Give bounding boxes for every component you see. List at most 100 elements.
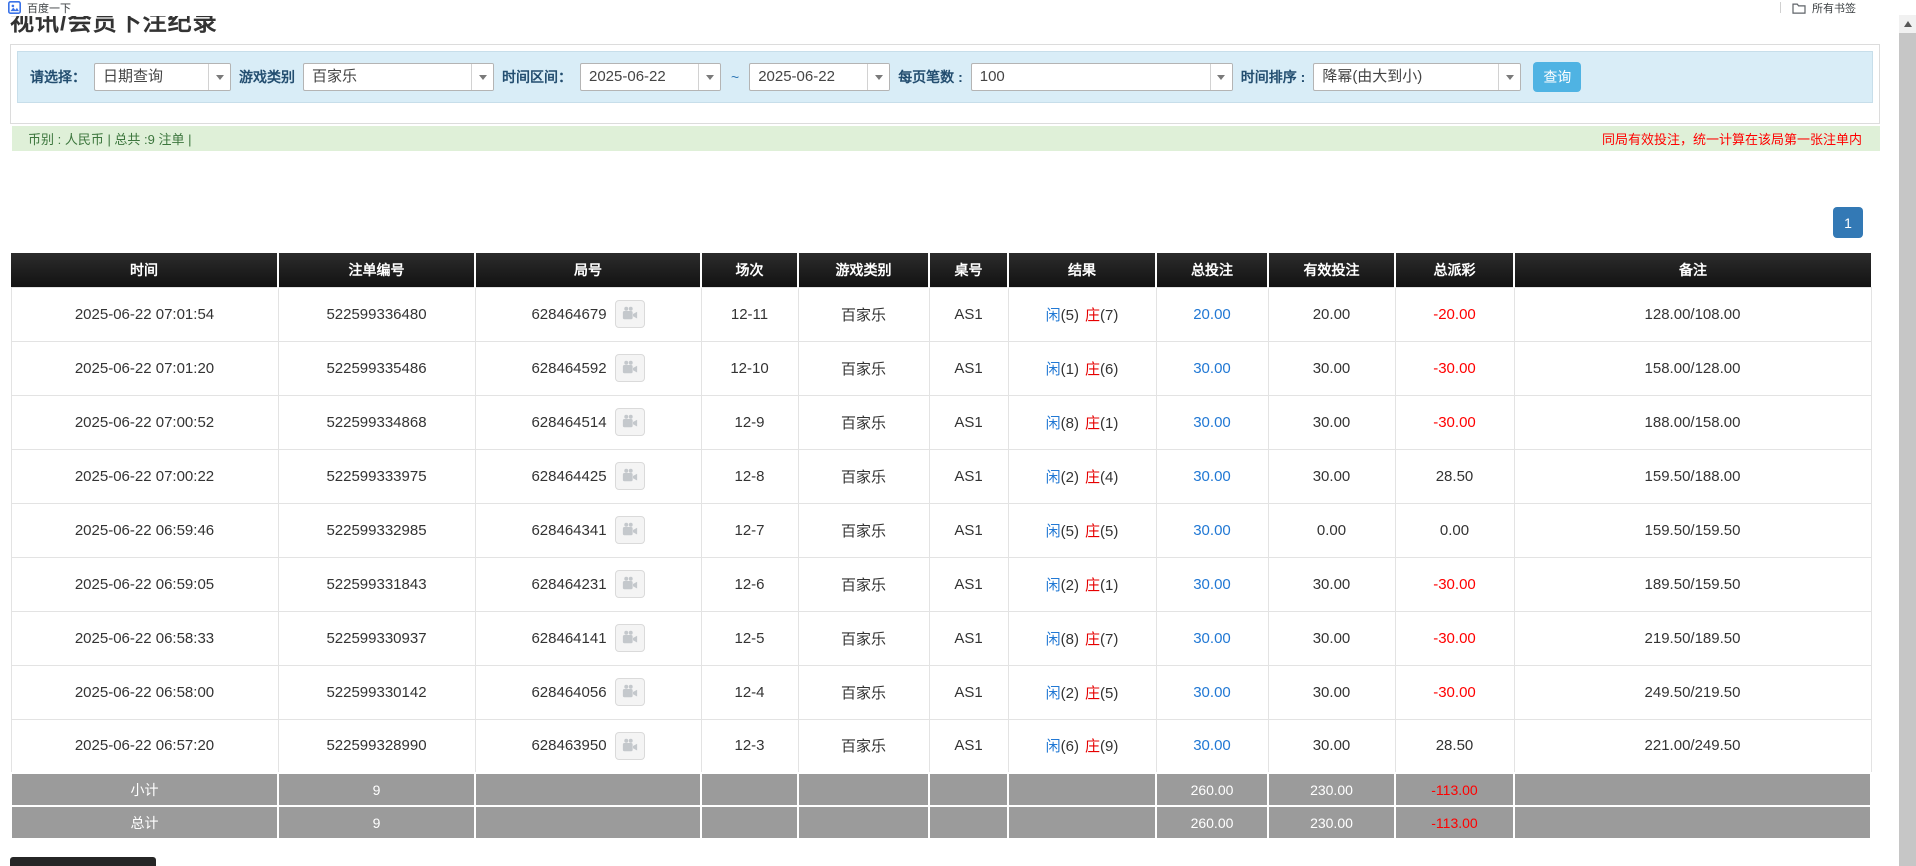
video-camera-icon	[621, 683, 639, 701]
total-bet-link[interactable]: 20.00	[1193, 306, 1231, 323]
result-player-score: (6)	[1061, 738, 1079, 755]
cell-remark: 249.50/219.50	[1514, 665, 1871, 719]
result-banker-score: (7)	[1100, 307, 1118, 324]
video-replay-button[interactable]	[615, 354, 645, 382]
table-row: 2025-06-22 07:01:20 522599335486 6284645…	[11, 341, 1871, 395]
total-bet-link[interactable]: 30.00	[1193, 522, 1231, 539]
page-title-clip: 视讯/会员下注纪录	[10, 16, 1899, 35]
date-to-dropdown[interactable]: 2025-06-22	[749, 63, 890, 91]
video-replay-button[interactable]	[615, 570, 645, 598]
scrollbar-up-arrow-icon[interactable]	[1899, 15, 1916, 33]
chevron-down-icon	[867, 64, 889, 90]
video-replay-button[interactable]	[615, 300, 645, 328]
chevron-down-icon	[208, 64, 230, 90]
search-button[interactable]: 查询	[1533, 62, 1581, 92]
scrollbar-thumb[interactable]	[1899, 33, 1916, 866]
cell-empty	[475, 806, 701, 839]
table-row: 2025-06-22 07:00:52 522599334868 6284645…	[11, 395, 1871, 449]
cell-game-type: 百家乐	[798, 287, 929, 341]
table-row: 2025-06-22 06:58:00 522599330142 6284640…	[11, 665, 1871, 719]
cell-bet-id: 522599331843	[278, 557, 475, 611]
result-banker-score: (7)	[1100, 631, 1118, 648]
result-player-label: 闲	[1046, 523, 1061, 540]
total-bet-link[interactable]: 30.00	[1193, 360, 1231, 377]
video-camera-icon	[621, 413, 639, 431]
result-player-label: 闲	[1046, 577, 1061, 594]
page-1-button[interactable]: 1	[1833, 207, 1863, 238]
col-remark: 备注	[1514, 253, 1871, 287]
table-header-row: 时间 注单编号 局号 场次 游戏类别 桌号 结果 总投注 有效投注 总派彩 备注	[11, 253, 1871, 287]
cell-total-bet: 30.00	[1156, 665, 1268, 719]
cell-game-type: 百家乐	[798, 449, 929, 503]
cell-session: 12-7	[701, 503, 798, 557]
cell-remark: 128.00/108.00	[1514, 287, 1871, 341]
cell-result: 闲(8)庄(7)	[1008, 611, 1156, 665]
cell-payout: -20.00	[1395, 287, 1514, 341]
date-from-dropdown[interactable]: 2025-06-22	[580, 63, 721, 91]
subtotal-total-bet: 260.00	[1156, 773, 1268, 806]
result-player-label: 闲	[1046, 685, 1061, 702]
result-player-label: 闲	[1046, 631, 1061, 648]
video-replay-button[interactable]	[615, 678, 645, 706]
cell-total-bet: 30.00	[1156, 449, 1268, 503]
date-from-value: 2025-06-22	[581, 64, 698, 90]
round-id-text: 628464056	[531, 684, 606, 701]
video-replay-button[interactable]	[615, 624, 645, 652]
cell-valid-bet: 20.00	[1268, 287, 1395, 341]
cell-payout: -30.00	[1395, 341, 1514, 395]
cell-round-id: 628464514	[475, 395, 701, 449]
game-type-dropdown[interactable]: 百家乐	[303, 63, 494, 91]
time-sort-dropdown[interactable]: 降幂(由大到小)	[1313, 63, 1521, 91]
bet-records-table: 时间 注单编号 局号 场次 游戏类别 桌号 结果 总投注 有效投注 总派彩 备注…	[10, 253, 1872, 840]
filter-strip: 请选择： 日期查询 游戏类别 百家乐 时间区间： 2025-06-22 ~ 20…	[17, 51, 1873, 103]
cell-game-type: 百家乐	[798, 611, 929, 665]
video-replay-button[interactable]	[615, 408, 645, 436]
all-bookmarks-button[interactable]: 所有书签	[1792, 0, 1856, 16]
cell-time: 2025-06-22 06:59:46	[11, 503, 278, 557]
cell-empty	[798, 806, 929, 839]
chevron-down-icon	[1498, 64, 1520, 90]
query-type-dropdown[interactable]: 日期查询	[94, 63, 231, 91]
result-player-score: (5)	[1061, 307, 1079, 324]
col-total-bet: 总投注	[1156, 253, 1268, 287]
total-bet-link[interactable]: 30.00	[1193, 737, 1231, 754]
video-replay-button[interactable]	[615, 516, 645, 544]
bookmark-baidu[interactable]: 百度一下	[8, 0, 71, 16]
cell-payout: 28.50	[1395, 719, 1514, 773]
cell-valid-bet: 0.00	[1268, 503, 1395, 557]
video-camera-icon	[621, 359, 639, 377]
total-bet-link[interactable]: 30.00	[1193, 630, 1231, 647]
video-replay-button[interactable]	[615, 732, 645, 760]
chevron-down-icon	[471, 64, 493, 90]
result-player-label: 闲	[1046, 361, 1061, 378]
video-replay-button[interactable]	[615, 462, 645, 490]
table-row: 2025-06-22 06:59:05 522599331843 6284642…	[11, 557, 1871, 611]
result-player-label: 闲	[1046, 307, 1061, 324]
grand-total-label: 总计	[11, 806, 278, 839]
total-bet-link[interactable]: 30.00	[1193, 414, 1231, 431]
cell-session: 12-6	[701, 557, 798, 611]
col-bet-id: 注单编号	[278, 253, 475, 287]
cell-valid-bet: 30.00	[1268, 665, 1395, 719]
col-payout: 总派彩	[1395, 253, 1514, 287]
result-banker-score: (4)	[1100, 469, 1118, 486]
cell-empty	[1008, 806, 1156, 839]
cell-game-type: 百家乐	[798, 503, 929, 557]
cell-time: 2025-06-22 07:00:52	[11, 395, 278, 449]
grand-total-row: 总计 9 260.00 230.00 -113.00	[11, 806, 1871, 839]
scrollbar[interactable]	[1899, 15, 1916, 866]
browser-bookmarks-bar: 百度一下 所有书签	[0, 0, 1916, 15]
col-table-no: 桌号	[929, 253, 1008, 287]
result-banker-score: (1)	[1100, 577, 1118, 594]
cell-remark: 219.50/189.50	[1514, 611, 1871, 665]
cell-session: 12-11	[701, 287, 798, 341]
cell-total-bet: 30.00	[1156, 503, 1268, 557]
page-size-dropdown[interactable]: 100	[971, 63, 1233, 91]
round-id-text: 628464679	[531, 306, 606, 323]
cell-valid-bet: 30.00	[1268, 611, 1395, 665]
cell-round-id: 628464592	[475, 341, 701, 395]
total-bet-link[interactable]: 30.00	[1193, 576, 1231, 593]
total-bet-link[interactable]: 30.00	[1193, 684, 1231, 701]
total-bet-link[interactable]: 30.00	[1193, 468, 1231, 485]
page-size-value: 100	[972, 64, 1210, 90]
